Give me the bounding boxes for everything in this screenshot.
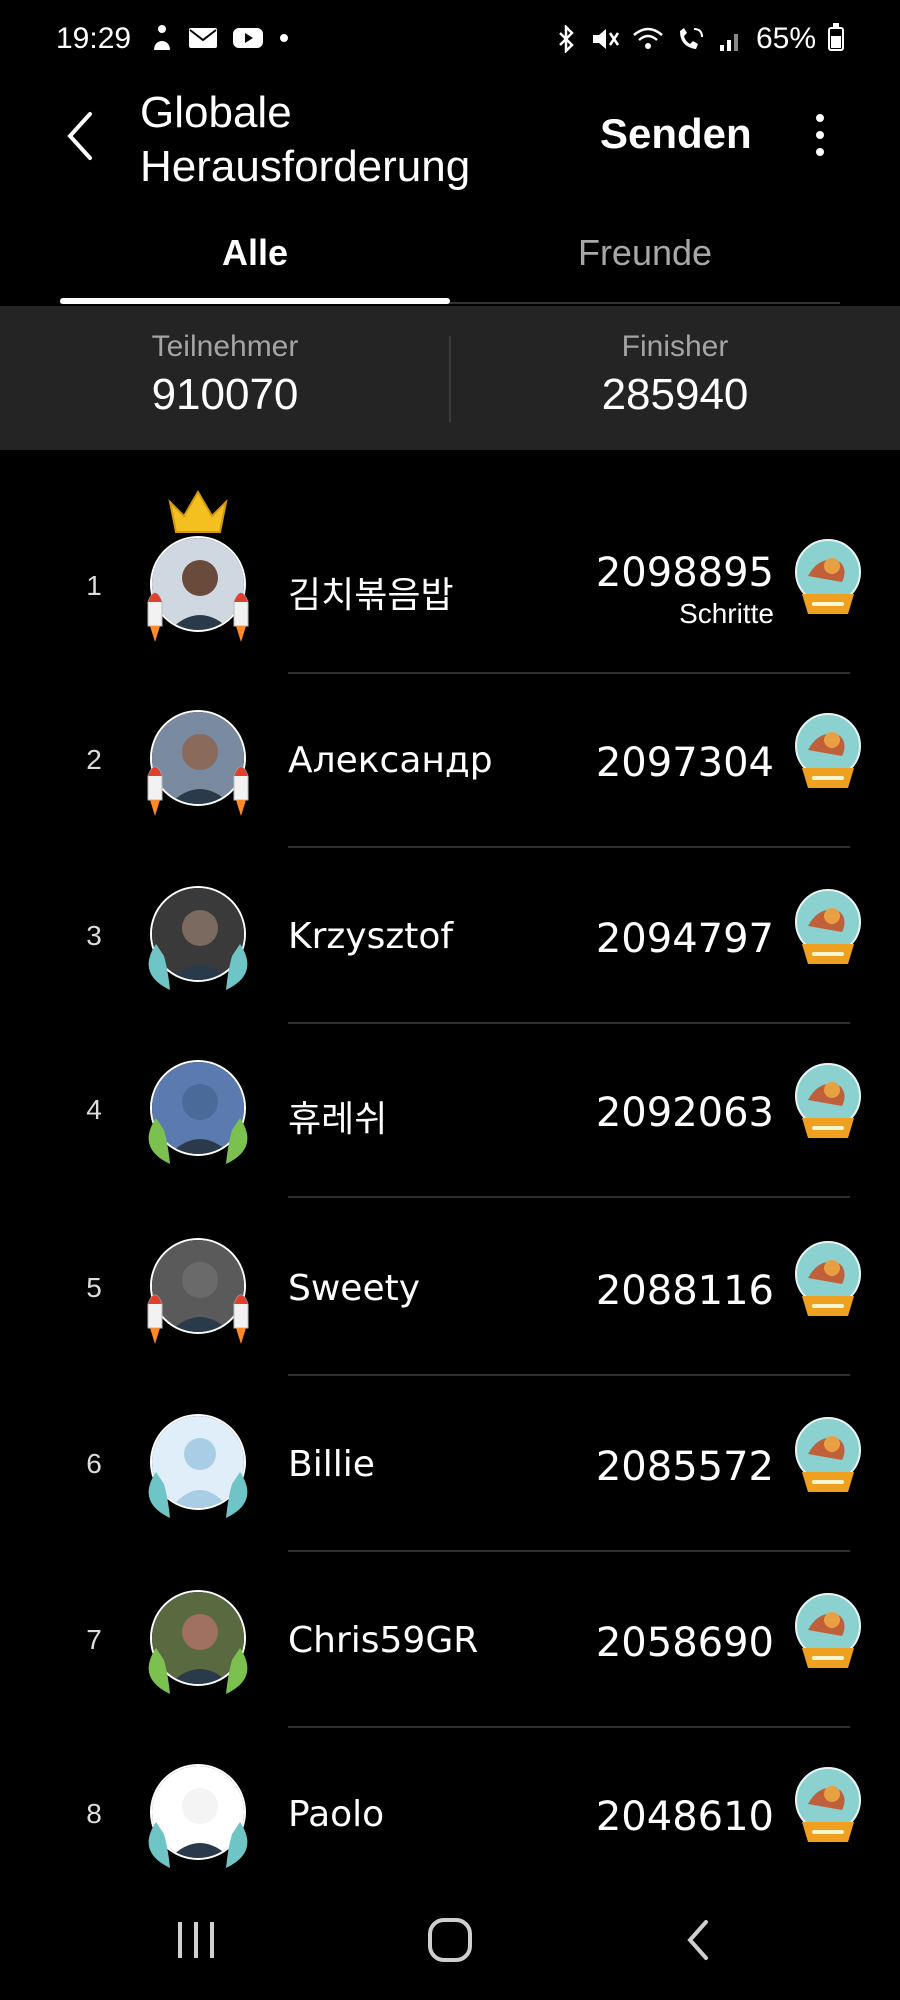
rank-number: 2 xyxy=(86,744,102,775)
notification-icons xyxy=(150,24,290,52)
finishers-stat: Finisher 285940 xyxy=(450,330,900,420)
back-button[interactable] xyxy=(56,104,104,168)
row-divider xyxy=(288,1550,850,1552)
send-button[interactable]: Senden xyxy=(600,110,752,158)
battery-icon xyxy=(828,23,844,51)
status-bar: 19:29 65% xyxy=(0,0,900,84)
avatar[interactable] xyxy=(138,490,258,648)
step-count: 2094797 xyxy=(595,916,774,962)
recent-apps-button[interactable] xyxy=(156,1910,236,1970)
step-count: 2092063 xyxy=(595,1090,774,1136)
battery-percent: 65% xyxy=(755,22,816,55)
app-header: Globale Herausforderung Senden xyxy=(0,84,900,200)
step-count: 2098895 xyxy=(595,550,774,596)
row-divider xyxy=(288,1196,850,1198)
participant-name: Billie xyxy=(288,1444,375,1485)
avatar[interactable] xyxy=(138,1230,258,1350)
rank-number: 1 xyxy=(86,570,102,601)
trophy-icon xyxy=(790,1238,866,1322)
avatar[interactable] xyxy=(138,1582,258,1702)
tab-bar: Alle Freunde xyxy=(60,218,840,304)
dot-icon xyxy=(280,34,288,42)
youtube-icon xyxy=(233,28,263,48)
participant-name: Sweety xyxy=(288,1268,421,1309)
trophy-icon xyxy=(790,710,866,794)
avatar[interactable] xyxy=(138,1052,258,1172)
more-options-icon[interactable] xyxy=(800,110,840,160)
rank-number: 6 xyxy=(86,1448,102,1479)
leaderboard-list[interactable]: 1 김치볶음밥 2098895 Schritte 2 Александр 2097304 3 K… xyxy=(0,450,900,1880)
trophy-icon xyxy=(790,1590,866,1674)
signal-icon xyxy=(719,34,738,51)
battery-level xyxy=(831,36,841,48)
participant-name: Chris59GR xyxy=(288,1620,479,1661)
step-count: 2048610 xyxy=(595,1794,774,1840)
finishers-label: Finisher xyxy=(621,330,729,363)
step-unit: Schritte xyxy=(679,598,774,629)
page-title-line1: Globale xyxy=(140,88,292,137)
trophy-icon xyxy=(790,1414,866,1498)
participant-name: 휴레쉬 xyxy=(288,1099,388,1140)
participant-name: Krzysztof xyxy=(288,916,454,957)
avatar[interactable] xyxy=(138,702,258,822)
trophy-icon xyxy=(790,1060,866,1144)
tab-indicator xyxy=(60,298,450,304)
wifi-call-icon xyxy=(679,28,703,49)
step-count: 2097304 xyxy=(595,740,774,786)
trophy-icon xyxy=(790,536,866,620)
finishers-value: 285940 xyxy=(601,370,749,419)
tab-friends[interactable]: Freunde xyxy=(450,232,840,274)
status-right: 65% xyxy=(556,22,844,56)
participant-name: Александр xyxy=(288,740,493,781)
row-divider xyxy=(288,846,850,848)
trophy-icon xyxy=(790,886,866,970)
rank-number: 4 xyxy=(86,1094,102,1125)
row-divider xyxy=(288,1726,850,1728)
avatar[interactable] xyxy=(138,1406,258,1526)
step-count: 2058690 xyxy=(595,1620,774,1666)
participants-label: Teilnehmer xyxy=(151,330,299,363)
avatar[interactable] xyxy=(138,1756,258,1876)
home-button[interactable] xyxy=(410,1910,490,1970)
page-title-line2: Herausforderung xyxy=(140,142,471,191)
rank-number: 5 xyxy=(86,1272,102,1303)
mail-icon xyxy=(189,28,217,48)
avatar[interactable] xyxy=(138,878,258,998)
wifi-icon xyxy=(633,27,663,49)
crown-icon xyxy=(166,488,230,536)
rank-number: 8 xyxy=(86,1798,102,1829)
row-divider xyxy=(288,672,850,674)
rank-number: 7 xyxy=(86,1624,102,1655)
participant-name: 김치볶음밥 xyxy=(288,575,454,616)
mute-icon xyxy=(592,29,619,49)
participant-name: Paolo xyxy=(288,1794,385,1835)
tab-all[interactable]: Alle xyxy=(60,232,450,274)
system-nav-bar xyxy=(0,1880,900,2000)
accessibility-icon xyxy=(154,25,170,50)
stats-panel: Teilnehmer 910070 Finisher 285940 xyxy=(0,306,900,450)
trophy-icon xyxy=(790,1764,866,1848)
row-divider xyxy=(288,1022,850,1024)
row-divider xyxy=(288,1374,850,1376)
rank-number: 3 xyxy=(86,920,102,951)
nav-back-button[interactable] xyxy=(660,1910,740,1970)
step-count: 2085572 xyxy=(595,1444,774,1490)
page-title: Globale Herausforderung xyxy=(140,86,500,194)
participants-stat: Teilnehmer 910070 xyxy=(0,330,450,420)
status-time: 19:29 xyxy=(56,22,132,55)
bluetooth-icon xyxy=(559,25,574,53)
step-count: 2088116 xyxy=(595,1268,774,1314)
participants-value: 910070 xyxy=(151,370,299,419)
